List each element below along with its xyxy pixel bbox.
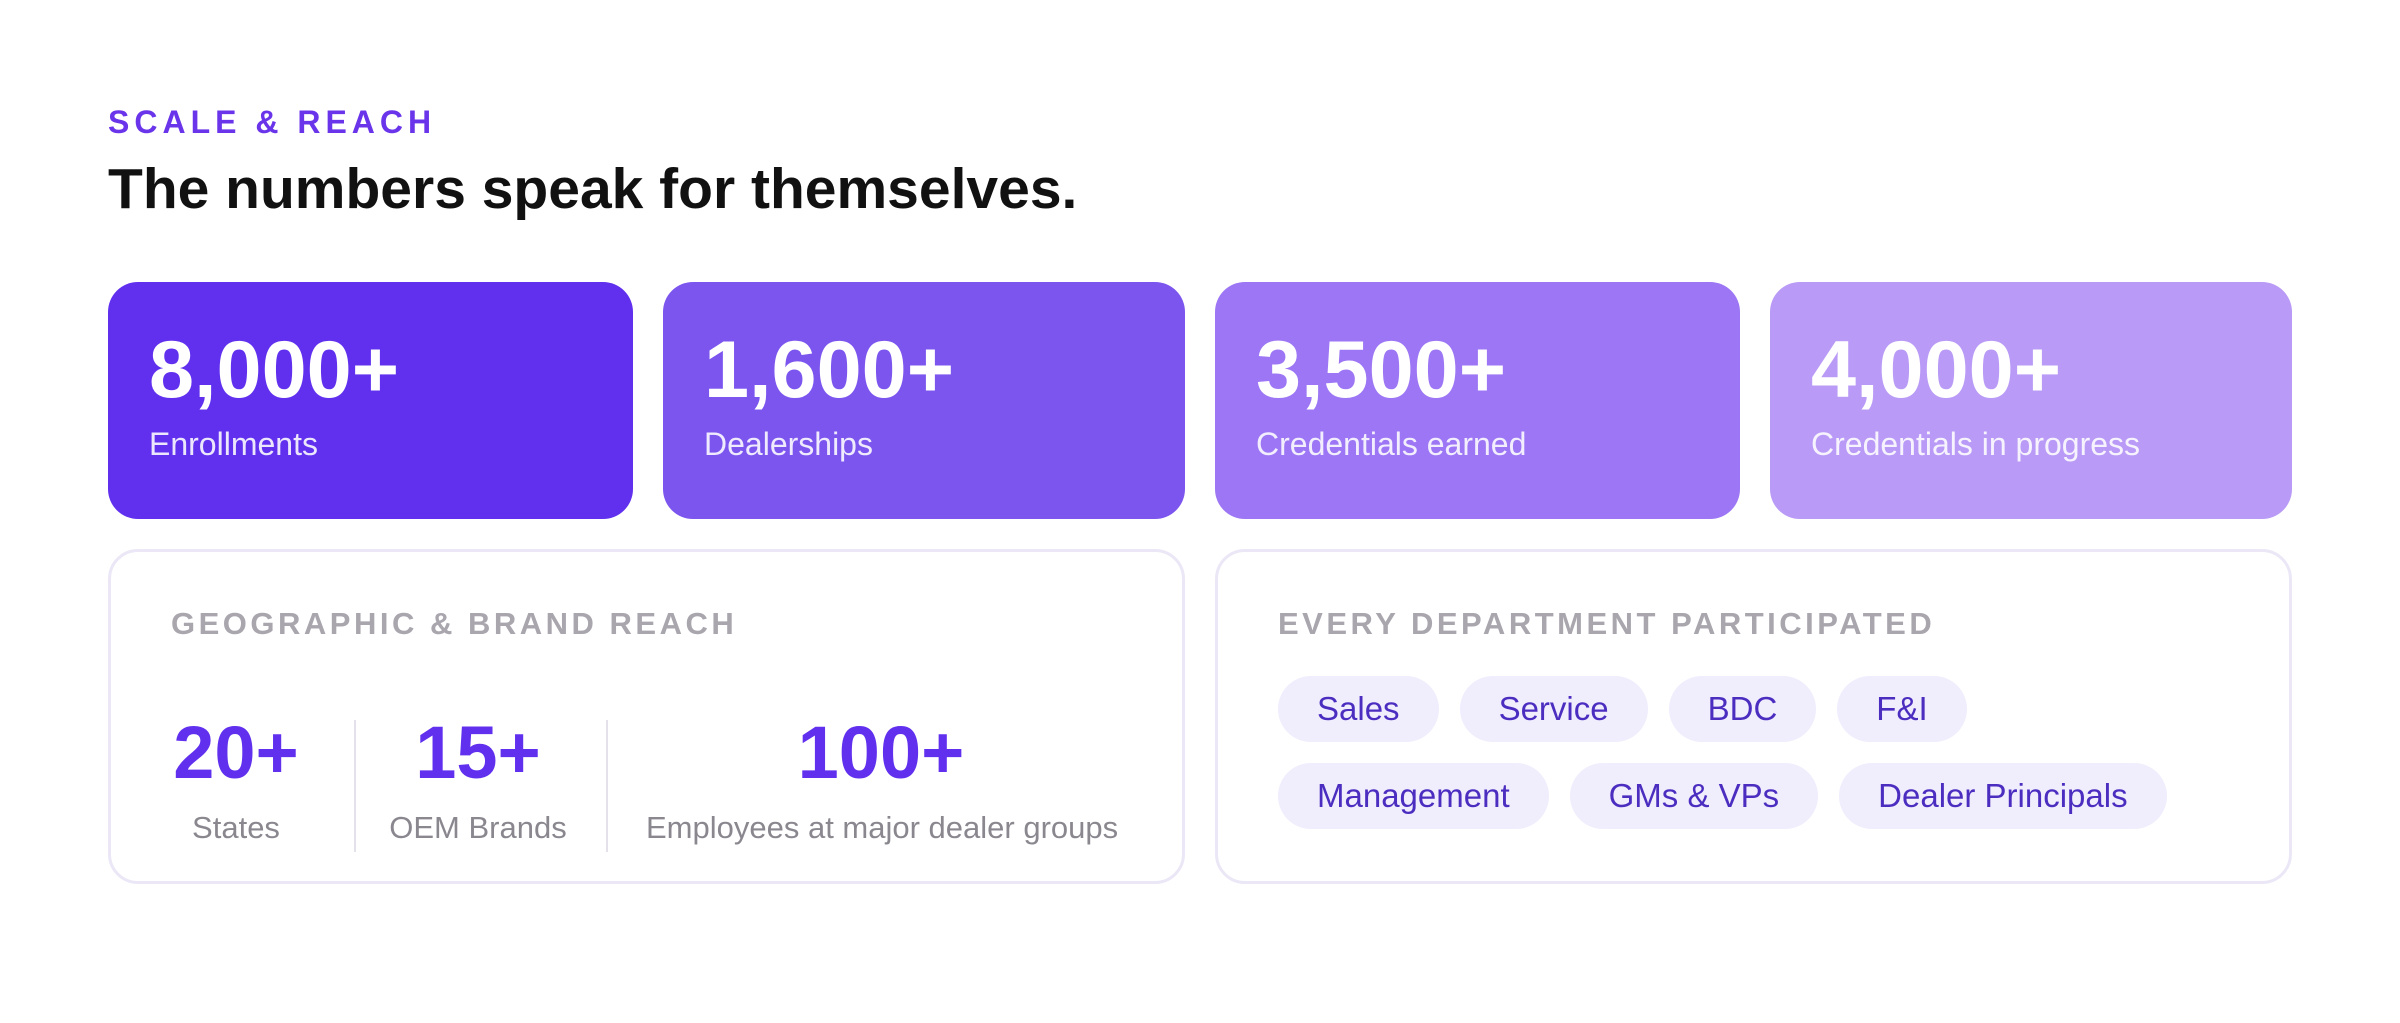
stat-card-credentials-earned: 3,500+ Credentials earned [1215, 282, 1740, 519]
chip-row: Management GMs & VPs Dealer Principals [1278, 763, 2258, 829]
section-eyebrow: SCALE & REACH [108, 104, 437, 140]
geo-stat-value: 100+ [797, 711, 965, 794]
stat-value: 1,600+ [704, 325, 955, 415]
department-chip-dealer-principals: Dealer Principals [1839, 763, 2167, 829]
stat-label: Enrollments [149, 426, 318, 462]
geo-stat-value: 20+ [173, 711, 299, 794]
stat-divider [606, 720, 608, 852]
department-chip-gms-vps: GMs & VPs [1569, 763, 1819, 829]
department-chip-sales: Sales [1278, 676, 1439, 742]
department-chip-list: Sales Service BDC F&I Management GMs & V… [1278, 676, 2258, 850]
stat-value: 8,000+ [149, 325, 400, 415]
panel-title: GEOGRAPHIC & BRAND REACH [171, 606, 738, 641]
geo-stat-states: 20+ States [171, 716, 301, 846]
stat-label: Credentials in progress [1811, 426, 2141, 462]
stat-label: Dealerships [704, 426, 873, 462]
department-chip-fi: F&I [1837, 676, 1967, 742]
panel-title: EVERY DEPARTMENT PARTICIPATED [1278, 606, 1936, 641]
department-chip-bdc: BDC [1668, 676, 1817, 742]
geographic-brand-reach-panel: GEOGRAPHIC & BRAND REACH 20+ States 15+ … [108, 549, 1185, 884]
department-chip-management: Management [1278, 763, 1549, 829]
stat-card-enrollments: 8,000+ Enrollments [108, 282, 633, 519]
chip-row: Sales Service BDC F&I [1278, 676, 2258, 742]
department-chip-service: Service [1459, 676, 1648, 742]
stat-label: Credentials earned [1256, 426, 1527, 462]
geo-stat-value: 15+ [415, 711, 541, 794]
geo-stat-label: OEM Brands [389, 810, 567, 845]
stat-value: 3,500+ [1256, 325, 1507, 415]
geo-stat-label: Employees at major dealer groups [646, 810, 1119, 845]
stat-card-credentials-in-progress: 4,000+ Credentials in progress [1770, 282, 2292, 519]
stat-value: 4,000+ [1811, 325, 2062, 415]
geo-stat-employees: 100+ Employees at major dealer groups [646, 711, 1119, 846]
section-headline: The numbers speak for themselves. [108, 157, 1078, 221]
stat-divider [354, 720, 356, 852]
stat-card-dealerships: 1,600+ Dealerships [663, 282, 1185, 519]
geo-stat-oem-brands: 15+ OEM Brands [373, 716, 583, 846]
geo-stat-label: States [192, 810, 280, 845]
department-panel: EVERY DEPARTMENT PARTICIPATED Sales Serv… [1215, 549, 2292, 884]
